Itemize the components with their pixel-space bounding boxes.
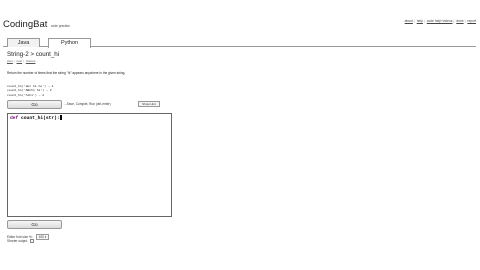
shorter-output-row: Shorter output — [7, 239, 35, 243]
tagline: code practice — [50, 24, 70, 28]
tab-python[interactable]: Python — [48, 38, 91, 48]
nav-about-link[interactable]: about — [405, 19, 413, 23]
nav-report-link[interactable]: report — [467, 19, 476, 23]
editor-font-select[interactable]: 100 ▾ — [35, 234, 50, 240]
problem-subnav: prev| next| chance — [7, 59, 36, 63]
run-hint: ...Save, Compile, Run (ctrl-enter) — [64, 102, 111, 106]
text-cursor — [60, 115, 63, 120]
examples: count_hi('abc hi ho') → 1 count_hi('ABCh… — [7, 84, 53, 97]
show-hint-button[interactable]: Show Hint — [138, 101, 160, 107]
code-signature: count_hi(str): — [21, 116, 60, 121]
code-keyword: def — [10, 116, 19, 121]
example-line: count_hi('hihi') → 2 — [7, 92, 45, 97]
tab-java[interactable]: Java — [7, 38, 40, 47]
editor-font-value: 100 — [38, 235, 44, 239]
screen: CodingBat code practice about| help| cod… — [0, 0, 480, 270]
logo[interactable]: CodingBat code practice — [3, 19, 70, 30]
code-editor[interactable]: def count_hi(str): — [7, 113, 172, 217]
go-button-top[interactable]: Go — [7, 100, 62, 109]
next-link[interactable]: next — [16, 59, 22, 63]
problem-description: Return the number of times that the stri… — [7, 71, 126, 75]
shorter-output-label: Shorter output — [7, 239, 28, 243]
top-nav: about| help| code help+videos| done| rep… — [404, 19, 476, 23]
prev-link[interactable]: prev — [7, 59, 13, 63]
chance-link[interactable]: chance — [26, 59, 36, 63]
nav-done-link[interactable]: done — [456, 19, 463, 23]
brand-name: CodingBat — [3, 19, 48, 30]
go-button-bottom[interactable]: Go — [7, 220, 62, 229]
problem-title: String-2 > count_hi — [7, 51, 60, 58]
code-line: def count_hi(str): — [10, 115, 63, 121]
shorter-output-checkbox[interactable] — [30, 239, 35, 243]
nav-help-link[interactable]: help — [417, 19, 423, 23]
nav-code-help-link[interactable]: code help+videos — [427, 19, 453, 23]
